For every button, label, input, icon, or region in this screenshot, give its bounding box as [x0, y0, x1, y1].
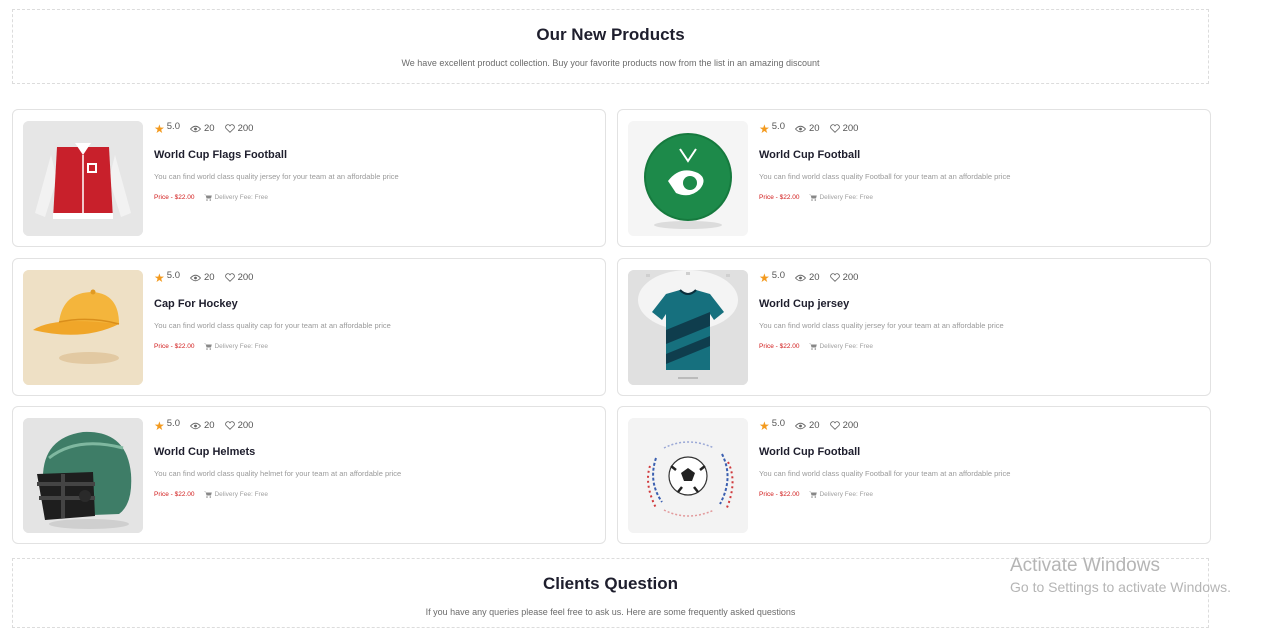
views-count: 20 [794, 272, 820, 283]
products-section-header: Our New Products We have excellent produ… [12, 9, 1209, 84]
product-description: You can find world class quality helmet … [154, 469, 402, 478]
likes-count[interactable]: 200 [829, 272, 858, 283]
rating: ★ 5.0 [759, 270, 785, 285]
delivery-fee: Delivery Fee: Free [204, 194, 268, 201]
product-price: Price - $22.00 [154, 194, 195, 201]
product-card[interactable]: ★ 5.0 20 200 World Cup Football You can f… [617, 109, 1211, 247]
yellow-cap-image[interactable] [23, 270, 143, 385]
watermark-title: Activate Windows [1010, 555, 1160, 576]
rating: ★ 5.0 [759, 121, 785, 136]
product-price: Price - $22.00 [154, 343, 195, 350]
star-icon: ★ [759, 418, 770, 433]
rating: ★ 5.0 [154, 121, 180, 136]
views-count: 20 [794, 123, 820, 134]
product-title[interactable]: World Cup Football [759, 149, 860, 161]
product-description: You can find world class quality Footbal… [759, 469, 1011, 478]
eye-icon [794, 422, 806, 429]
views-count: 20 [189, 272, 215, 283]
likes-count[interactable]: 200 [829, 123, 858, 134]
cart-icon [809, 194, 818, 201]
product-price: Price - $22.00 [759, 343, 800, 350]
product-card[interactable]: ★ 5.0 20 200 Cap For Hockey You can find … [12, 258, 606, 396]
product-title[interactable]: World Cup Helmets [154, 446, 255, 458]
football-jersey-image[interactable] [628, 270, 748, 385]
product-title[interactable]: World Cup Football [759, 446, 860, 458]
cart-icon [204, 194, 213, 201]
rating: ★ 5.0 [154, 418, 180, 433]
product-card[interactable]: ★ 5.0 20 200 World Cup jersey You can fin… [617, 258, 1211, 396]
views-count: 20 [189, 420, 215, 431]
eye-icon [794, 125, 806, 132]
heart-icon[interactable] [224, 273, 235, 282]
star-icon: ★ [154, 121, 165, 136]
cart-icon [809, 491, 818, 498]
eye-icon [794, 274, 806, 281]
product-description: You can find world class quality jersey … [759, 321, 1004, 330]
green-football-image[interactable] [628, 121, 748, 236]
product-card[interactable]: ★ 5.0 20 200 World Cup Helmets You can fi… [12, 406, 606, 544]
products-section-title: Our New Products [536, 25, 685, 44]
eye-icon [189, 274, 201, 281]
rating: ★ 5.0 [154, 270, 180, 285]
star-icon: ★ [759, 121, 770, 136]
product-description: You can find world class quality cap for… [154, 321, 391, 330]
heart-icon[interactable] [829, 124, 840, 133]
heart-icon[interactable] [829, 273, 840, 282]
cart-icon [204, 491, 213, 498]
delivery-fee: Delivery Fee: Free [809, 491, 873, 498]
product-title[interactable]: World Cup jersey [759, 298, 849, 310]
views-count: 20 [794, 420, 820, 431]
windows-activation-watermark: Activate Windows Go to Settings to activ… [1010, 555, 1231, 597]
heart-icon[interactable] [829, 421, 840, 430]
delivery-fee: Delivery Fee: Free [809, 343, 873, 350]
watermark-subtitle: Go to Settings to activate Windows. [1010, 579, 1231, 595]
likes-count[interactable]: 200 [829, 420, 858, 431]
product-description: You can find world class quality jersey … [154, 172, 399, 181]
delivery-fee: Delivery Fee: Free [204, 343, 268, 350]
delivery-fee: Delivery Fee: Free [809, 194, 873, 201]
clients-section-subtitle: If you have any queries please feel free… [425, 607, 796, 617]
product-card[interactable]: ★ 5.0 20 200 World Cup Football You can f… [617, 406, 1211, 544]
likes-count[interactable]: 200 [224, 123, 253, 134]
cart-icon [809, 343, 818, 350]
product-title[interactable]: Cap For Hockey [154, 298, 238, 310]
product-title[interactable]: World Cup Flags Football [154, 149, 287, 161]
rating: ★ 5.0 [759, 418, 785, 433]
cart-icon [204, 343, 213, 350]
star-icon: ★ [759, 270, 770, 285]
heart-icon[interactable] [224, 421, 235, 430]
likes-count[interactable]: 200 [224, 272, 253, 283]
soccer-ball-image[interactable] [628, 418, 748, 533]
football-helmet-image[interactable] [23, 418, 143, 533]
star-icon: ★ [154, 418, 165, 433]
products-section-subtitle: We have excellent product collection. Bu… [401, 58, 820, 68]
heart-icon[interactable] [224, 124, 235, 133]
product-price: Price - $22.00 [759, 491, 800, 498]
likes-count[interactable]: 200 [224, 420, 253, 431]
eye-icon [189, 422, 201, 429]
delivery-fee: Delivery Fee: Free [204, 491, 268, 498]
product-price: Price - $22.00 [154, 491, 195, 498]
views-count: 20 [189, 123, 215, 134]
product-description: You can find world class quality Footbal… [759, 172, 1011, 181]
eye-icon [189, 125, 201, 132]
star-icon: ★ [154, 270, 165, 285]
product-card[interactable]: ★ 5.0 20 200 World Cup Flags Football You… [12, 109, 606, 247]
varsity-jacket-image[interactable] [23, 121, 143, 236]
product-price: Price - $22.00 [759, 194, 800, 201]
